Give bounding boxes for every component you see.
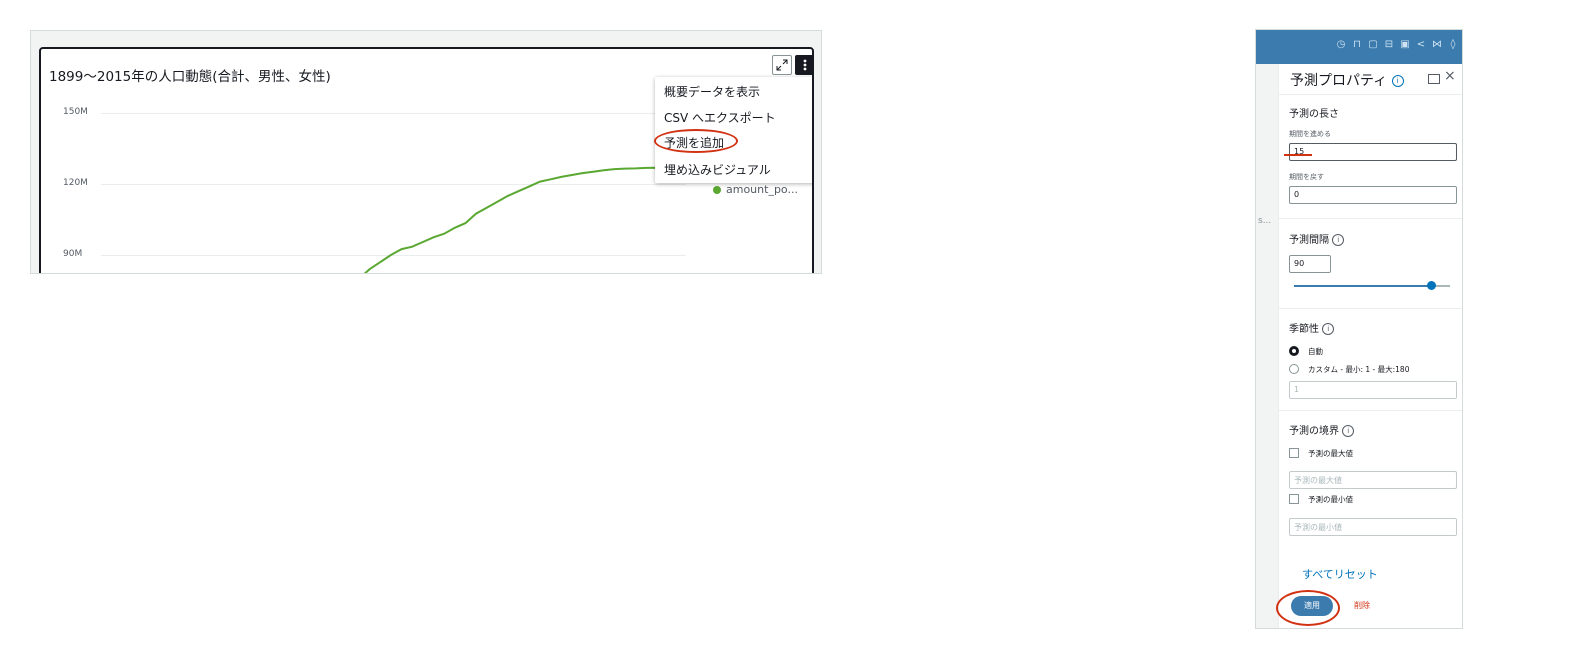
more-vertical-icon [803, 59, 807, 71]
section-heading-interval: 予測間隔 i [1289, 231, 1345, 246]
share-icon[interactable]: < [1416, 39, 1426, 51]
info-icon[interactable]: i [1322, 323, 1335, 335]
expand-horizontal-icon[interactable]: ⋈ [1432, 39, 1442, 51]
prediction-interval-input[interactable]: 90 [1289, 255, 1331, 273]
section-heading-seasonality: 季節性 i [1289, 320, 1335, 335]
bell-icon[interactable]: ◊ [1448, 39, 1458, 51]
chart-screenshot: 1899～2015年の人口動態(合計、男性、女性) 150M 120M 90M … [30, 30, 822, 274]
interval-slider-handle[interactable] [1427, 281, 1436, 290]
legend-item-amount[interactable]: amount_po... [713, 183, 798, 196]
forecast-properties-screenshot: ◷ ⊓ ▢ ⊟ ▣ < ⋈ ◊ s... 予測プロパティ i × 予測の長さ 期… [1255, 29, 1463, 629]
strip-text: s... [1258, 216, 1272, 226]
periods-backward-input[interactable]: 0 [1289, 186, 1457, 204]
reset-all-link[interactable]: すべてリセット [1302, 566, 1378, 582]
forecast-min-label: 予測の最小値 [1308, 495, 1353, 504]
section-heading-boundaries: 予測の境界 i [1289, 422, 1355, 437]
seasonality-custom-radio[interactable] [1289, 364, 1299, 374]
series-line-amount [363, 166, 690, 273]
more-options-button[interactable] [795, 55, 812, 75]
visual-context-menu: 概要データを表示 CSV へエクスポート 予測を追加 埋め込みビジュアル [654, 77, 812, 183]
seasonality-auto-radio[interactable] [1289, 346, 1299, 356]
forecast-max-checkbox[interactable] [1289, 448, 1299, 458]
expand-button[interactable] [772, 55, 792, 75]
divider [1278, 94, 1462, 95]
seasonality-auto-label: 自動 [1308, 347, 1323, 356]
toolbar: ◷ ⊓ ▢ ⊟ ▣ < ⋈ ◊ [1256, 30, 1462, 64]
divider [1278, 410, 1462, 411]
info-icon[interactable]: i [1391, 75, 1404, 87]
backward-label: 期間を戻す [1289, 173, 1324, 181]
collapsed-side-strip: s... [1256, 64, 1279, 628]
forecast-max-label: 予測の最大値 [1308, 449, 1353, 458]
forecast-min-input[interactable]: 予測の最小値 [1289, 518, 1457, 536]
print-icon[interactable]: ⊟ [1384, 39, 1394, 51]
menu-item-export-csv[interactable]: CSV へエクスポート [664, 109, 776, 126]
panel-title: 予測プロパティ i [1290, 70, 1404, 90]
divider [1278, 308, 1462, 309]
highlight-annotation [1284, 154, 1312, 156]
highlight-annotation [654, 129, 738, 153]
info-icon[interactable]: i [1332, 234, 1345, 246]
forecast-max-input[interactable]: 予測の最大値 [1289, 471, 1457, 489]
line-chart-visual[interactable]: 1899～2015年の人口動態(合計、男性、女性) 150M 120M 90M … [39, 47, 814, 273]
forward-label: 期間を進める [1289, 130, 1331, 138]
bookmark-icon[interactable]: ⊓ [1352, 39, 1362, 51]
expand-icon [776, 59, 788, 71]
close-icon[interactable]: × [1444, 68, 1456, 84]
clock-icon[interactable]: ◷ [1336, 39, 1346, 51]
save-icon[interactable]: ▢ [1368, 39, 1378, 51]
info-icon[interactable]: i [1342, 425, 1355, 437]
seasonality-custom-input[interactable]: 1 [1289, 381, 1457, 399]
seasonality-custom-label: カスタム - 最小: 1 - 最大:180 [1308, 365, 1410, 374]
section-heading-length: 予測の長さ [1289, 109, 1339, 120]
divider [1278, 218, 1462, 219]
delete-button[interactable]: 削除 [1354, 600, 1370, 611]
menu-item-show-summary[interactable]: 概要データを表示 [664, 83, 760, 100]
highlight-annotation [1276, 590, 1340, 626]
menu-item-embed-visual[interactable]: 埋め込みビジュアル [664, 161, 771, 178]
legend-dot [713, 186, 721, 194]
dock-panel-icon[interactable] [1428, 74, 1440, 84]
download-icon[interactable]: ▣ [1400, 39, 1410, 51]
periods-forward-input[interactable]: 15 [1289, 143, 1457, 161]
forecast-min-checkbox[interactable] [1289, 494, 1299, 504]
